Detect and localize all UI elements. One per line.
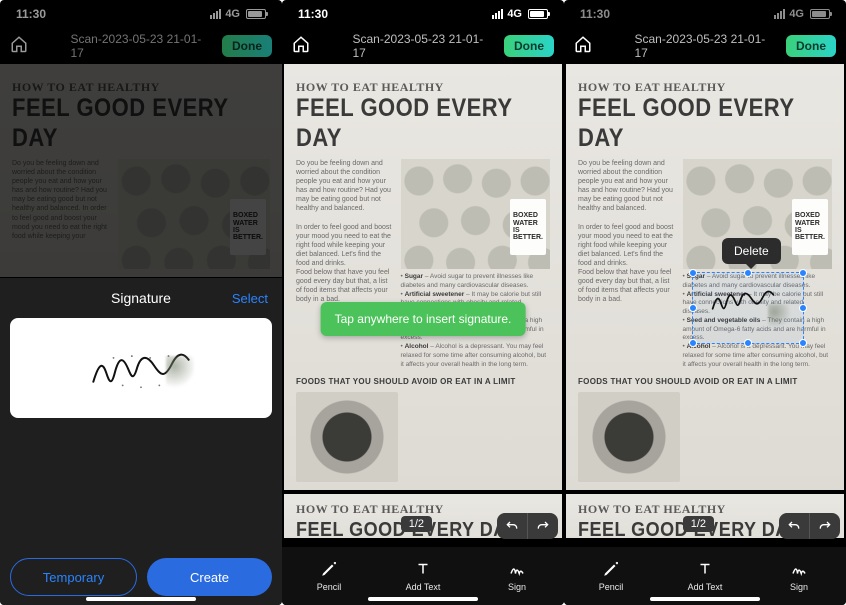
doc-image-cup xyxy=(296,392,398,482)
nav-bar: Scan-2023-05-23 21-01-17 Done xyxy=(0,28,282,64)
document-page-1[interactable]: HOW TO EAT HEALTHY FEEL GOOD EVERY DAY D… xyxy=(284,64,562,490)
home-indicator[interactable] xyxy=(368,597,478,601)
signature-smudge xyxy=(768,304,790,330)
doc-intro: Do you be feeling down and worried about… xyxy=(578,159,675,369)
boxed-water-label: BOXED WATER IS BETTER. xyxy=(792,199,828,255)
redo-button[interactable] xyxy=(528,513,558,539)
network-label: 4G xyxy=(789,8,804,20)
tool-label: Pencil xyxy=(599,582,624,592)
undo-button[interactable] xyxy=(497,513,527,539)
doc-intro: Do you be feeling down and worried about… xyxy=(296,159,393,369)
home-indicator[interactable] xyxy=(86,597,196,601)
status-time: 11:30 xyxy=(580,7,610,21)
doc-subheading: FOODS THAT YOU SHOULD AVOID OR EAT IN A … xyxy=(296,377,550,386)
document-page-1[interactable]: HOW TO EAT HEALTHY FEEL GOOD EVERY DAY D… xyxy=(566,64,844,490)
status-bar: 11:30 4G xyxy=(282,0,564,28)
temporary-button[interactable]: Temporary xyxy=(10,558,137,596)
status-time: 11:30 xyxy=(298,7,328,21)
tool-label: Add Text xyxy=(406,582,441,592)
tool-label: Pencil xyxy=(317,582,342,592)
signature-sheet-title: Signature xyxy=(111,290,171,306)
home-icon[interactable] xyxy=(10,35,28,58)
signature-preview-card[interactable] xyxy=(10,318,272,418)
nav-title: Scan-2023-05-23 21-01-17 xyxy=(353,32,494,60)
resize-handle-tm[interactable] xyxy=(744,269,752,277)
tool-sign[interactable]: Sign xyxy=(752,547,846,605)
redo-button[interactable] xyxy=(810,513,840,539)
nav-bar: Scan-2023-05-23 21-01-17 Done xyxy=(564,28,846,64)
tool-label: Sign xyxy=(790,582,808,592)
signature-sheet: Signature Select Temporary Create xyxy=(0,278,282,605)
done-button[interactable]: Done xyxy=(786,35,836,57)
status-right: 4G xyxy=(774,8,830,20)
resize-handle-bl[interactable] xyxy=(689,339,697,347)
doc-image-cup xyxy=(578,392,680,482)
screen-signature-placed: 11:30 4G Scan-2023-05-23 21-01-17 Done H… xyxy=(564,0,846,605)
home-icon[interactable] xyxy=(574,35,592,58)
battery-icon xyxy=(528,9,548,19)
done-button[interactable]: Done xyxy=(222,35,272,57)
resize-handle-tl[interactable] xyxy=(689,269,697,277)
home-indicator[interactable] xyxy=(650,597,760,601)
status-right: 4G xyxy=(492,8,548,20)
boxed-water-label: BOXED WATER IS BETTER. xyxy=(510,199,546,255)
done-button[interactable]: Done xyxy=(504,35,554,57)
network-label: 4G xyxy=(507,8,522,20)
signature-smudge xyxy=(166,356,194,390)
doc-headline: FEEL GOOD EVERY DAY xyxy=(296,93,550,153)
status-bar: 11:30 4G xyxy=(564,0,846,28)
tool-label: Sign xyxy=(508,582,526,592)
battery-icon xyxy=(246,9,266,19)
status-right: 4G xyxy=(210,8,266,20)
battery-icon xyxy=(810,9,830,19)
undo-button[interactable] xyxy=(779,513,809,539)
status-time: 11:30 xyxy=(16,7,46,21)
nav-title: Scan-2023-05-23 21-01-17 xyxy=(71,32,212,60)
create-button[interactable]: Create xyxy=(147,558,272,596)
screen-insert-signature: 11:30 4G Scan-2023-05-23 21-01-17 Done H… xyxy=(282,0,564,605)
dim-overlay xyxy=(0,64,282,277)
signal-icon xyxy=(774,9,785,19)
undo-redo-group xyxy=(779,513,840,539)
undo-redo-group xyxy=(497,513,558,539)
status-bar: 11:30 4G xyxy=(0,0,282,28)
resize-handle-mr[interactable] xyxy=(799,304,807,312)
home-icon[interactable] xyxy=(292,35,310,58)
select-link[interactable]: Select xyxy=(232,291,268,306)
network-label: 4G xyxy=(225,8,240,20)
screen-signature-sheet: 11:30 4G Scan-2023-05-23 21-01-17 Done H… xyxy=(0,0,282,605)
resize-handle-br[interactable] xyxy=(799,339,807,347)
signal-icon xyxy=(492,9,503,19)
nav-title: Scan-2023-05-23 21-01-17 xyxy=(635,32,776,60)
tool-label: Add Text xyxy=(688,582,723,592)
tool-sign[interactable]: Sign xyxy=(470,547,564,605)
nav-bar: Scan-2023-05-23 21-01-17 Done xyxy=(282,28,564,64)
signal-icon xyxy=(210,9,221,19)
doc-image-lemons: BOXED WATER IS BETTER. xyxy=(401,159,550,269)
doc-headline: FEEL GOOD EVERY DAY xyxy=(578,93,832,153)
page-indicator: 1/2 xyxy=(683,516,714,532)
insert-signature-toast: Tap anywhere to insert signature. xyxy=(321,302,526,336)
resize-handle-tr[interactable] xyxy=(799,269,807,277)
page-indicator: 1/2 xyxy=(401,516,432,532)
doc-subheading: FOODS THAT YOU SHOULD AVOID OR EAT IN A … xyxy=(578,377,832,386)
resize-handle-ml[interactable] xyxy=(689,304,697,312)
tool-pencil[interactable]: Pencil xyxy=(282,547,376,605)
tool-pencil[interactable]: Pencil xyxy=(564,547,658,605)
delete-popover[interactable]: Delete xyxy=(722,238,781,264)
resize-handle-bm[interactable] xyxy=(744,339,752,347)
